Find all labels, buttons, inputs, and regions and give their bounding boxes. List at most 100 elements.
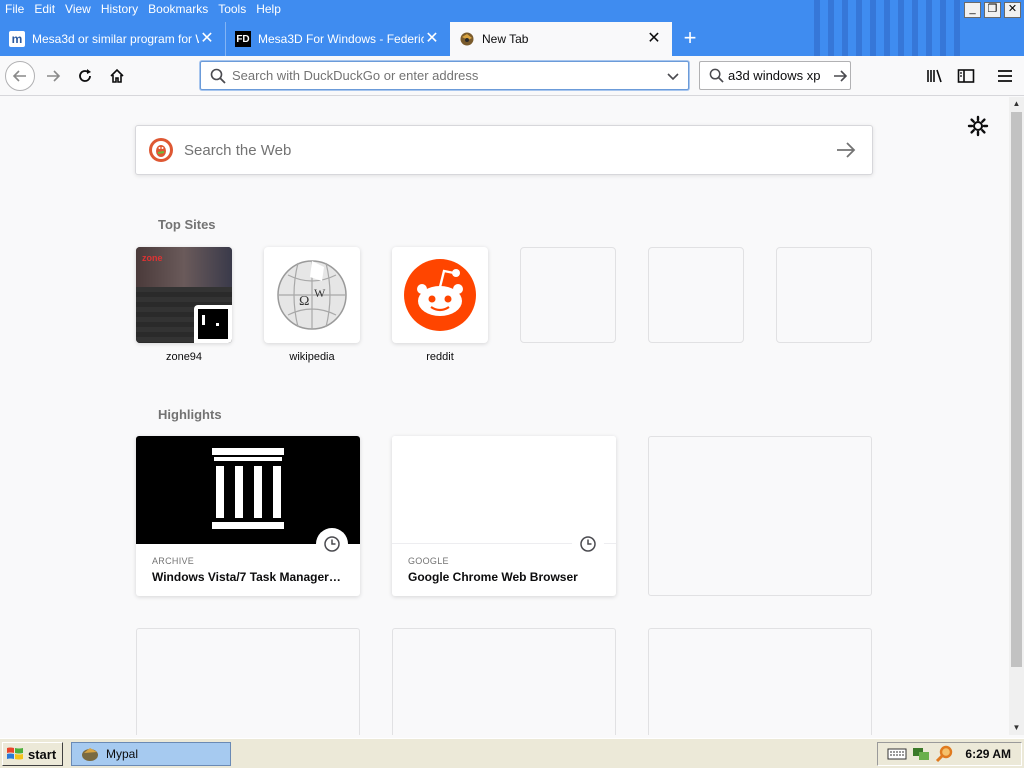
top-site-empty[interactable] [520, 247, 616, 343]
browser-titlebar: File Edit View History Bookmarks Tools H… [0, 0, 1024, 56]
url-bar [200, 61, 689, 90]
start-button[interactable]: start [2, 742, 63, 766]
highlight-card-empty [392, 628, 616, 735]
scroll-up-arrow-icon[interactable]: ▲ [1009, 97, 1024, 111]
library-button[interactable] [924, 66, 946, 86]
google-thumbnail [392, 436, 616, 560]
network-icon[interactable] [911, 745, 931, 763]
menu-file[interactable]: File [0, 0, 29, 17]
back-button[interactable] [5, 61, 35, 91]
tab-title: Mesa3D For Windows - Federico D [258, 32, 424, 46]
hamburger-icon [998, 70, 1012, 82]
sidebar-button[interactable] [955, 66, 977, 86]
highlight-title: Windows Vista/7 Task Manager :... [152, 570, 344, 584]
top-sites-heading: Top Sites [158, 217, 216, 232]
windows-taskbar: start Mypal 6:29 AM [0, 738, 1024, 768]
mesa-icon: m [9, 31, 25, 47]
clock: 6:29 AM [965, 747, 1011, 761]
empty-tile [520, 247, 616, 343]
tab-title: New Tab [482, 32, 529, 46]
reload-icon [79, 69, 91, 82]
search-icon [709, 68, 724, 83]
keyboard-icon[interactable] [887, 747, 907, 761]
tab-mesa3d[interactable]: m Mesa3d or similar program for Wi ✕ [0, 22, 225, 56]
highlight-card-google[interactable]: GOOGLE Google Chrome Web Browser [392, 436, 616, 596]
forward-arrow-icon [47, 70, 61, 82]
scroll-down-arrow-icon[interactable]: ▼ [1009, 721, 1024, 735]
empty-tile [648, 247, 744, 343]
search-input[interactable] [728, 68, 828, 83]
tab-title: Mesa3d or similar program for Wi [32, 32, 199, 46]
archive-thumbnail [136, 436, 360, 560]
mypal-icon [82, 748, 98, 761]
restore-button[interactable]: ❐ [984, 2, 1001, 18]
highlight-card-empty [136, 628, 360, 735]
wikipedia-thumbnail: Ω W [264, 247, 360, 343]
duckduckgo-icon [149, 138, 173, 162]
svg-text:Ω: Ω [299, 294, 309, 309]
system-tray: 6:29 AM [877, 742, 1022, 766]
tab-new-tab[interactable]: New Tab ✕ [450, 22, 672, 56]
empty-tile [776, 247, 872, 343]
highlights-heading: Highlights [158, 407, 222, 422]
reload-button[interactable] [70, 61, 100, 91]
svg-text:W: W [314, 286, 326, 300]
menu-history[interactable]: History [96, 0, 143, 17]
reddit-thumbnail [392, 247, 488, 343]
zone94-favicon [194, 305, 232, 343]
top-site-zone94[interactable]: zone zone94 [136, 247, 232, 363]
new-tab-button[interactable]: + [672, 22, 708, 56]
menu-view[interactable]: View [60, 0, 96, 17]
task-label: Mypal [106, 747, 139, 761]
menu-edit[interactable]: Edit [29, 0, 60, 17]
gear-icon [967, 115, 989, 137]
back-arrow-icon [12, 70, 26, 82]
fd-icon: FD [235, 31, 251, 47]
tab-mesa3d-federico[interactable]: FD Mesa3D For Windows - Federico D ✕ [225, 22, 450, 56]
home-icon [110, 68, 124, 83]
zone94-thumbnail: zone [136, 247, 232, 343]
top-site-label: wikipedia [289, 351, 335, 363]
highlight-source: ARCHIVE [152, 556, 195, 566]
taskbar-item-mypal[interactable]: Mypal [71, 742, 231, 766]
highlight-card-empty [648, 628, 872, 735]
search-submit-icon[interactable] [834, 140, 858, 160]
history-clock-icon [316, 528, 348, 560]
close-window-button[interactable]: ✕ [1004, 2, 1021, 18]
minimize-button[interactable]: _ [964, 2, 981, 18]
highlight-title: Google Chrome Web Browser [408, 570, 578, 584]
address-input[interactable] [232, 68, 666, 83]
highlight-card-archive[interactable]: ARCHIVE Windows Vista/7 Task Manager :..… [136, 436, 360, 596]
history-clock-icon [572, 528, 604, 560]
search-tool-icon[interactable] [935, 745, 955, 763]
forward-button[interactable] [38, 61, 68, 91]
windows-logo-icon [7, 747, 23, 760]
menu-button[interactable] [994, 66, 1016, 86]
close-tab-icon[interactable]: ✕ [646, 31, 662, 47]
top-site-reddit[interactable]: reddit [392, 247, 488, 363]
go-arrow-icon[interactable] [832, 68, 848, 84]
sidebar-icon [957, 69, 975, 83]
home-button[interactable] [102, 61, 132, 91]
chevron-down-icon[interactable] [666, 69, 680, 83]
menu-bookmarks[interactable]: Bookmarks [143, 0, 213, 17]
scrollbar-thumb[interactable] [1011, 112, 1022, 667]
top-site-label: reddit [426, 351, 454, 363]
customize-button[interactable] [967, 115, 989, 137]
web-search-input[interactable] [184, 141, 834, 159]
top-site-empty[interactable] [776, 247, 872, 343]
highlight-source: GOOGLE [408, 556, 449, 566]
menu-help[interactable]: Help [251, 0, 286, 17]
top-site-empty[interactable] [648, 247, 744, 343]
reddit-icon [404, 259, 476, 331]
library-icon [927, 69, 942, 83]
close-tab-icon[interactable]: ✕ [199, 31, 215, 47]
highlight-card-empty [648, 436, 872, 596]
firefox-icon [459, 31, 475, 47]
menu-tools[interactable]: Tools [213, 0, 251, 17]
vertical-scrollbar[interactable]: ▲ ▼ [1009, 97, 1024, 735]
menubar: File Edit View History Bookmarks Tools H… [0, 0, 286, 17]
close-tab-icon[interactable]: ✕ [424, 31, 440, 47]
tab-strip: m Mesa3d or similar program for Wi ✕ FD … [0, 22, 708, 56]
top-site-wikipedia[interactable]: Ω W wikipedia [264, 247, 360, 363]
